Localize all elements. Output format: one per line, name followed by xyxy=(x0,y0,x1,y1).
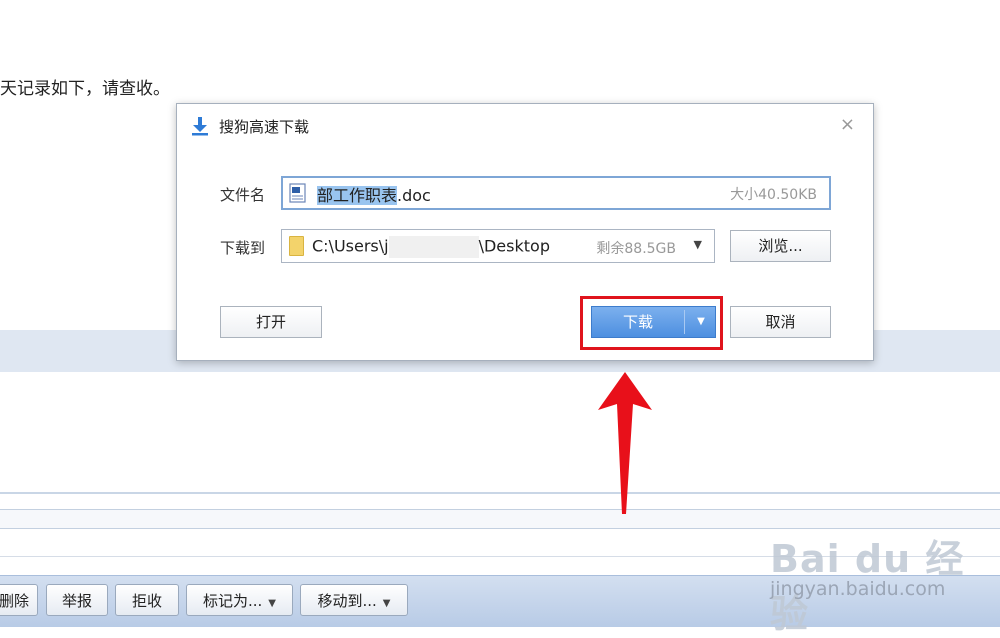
baidu-jingyan-watermark: Bai du 经验 jingyan.baidu.com xyxy=(770,520,995,636)
filename-value: 部工作职表.doc xyxy=(317,182,431,206)
delete-button[interactable]: 删除 xyxy=(0,584,38,616)
free-space: 剩余88.5GB xyxy=(596,241,676,257)
filename-field[interactable]: 部工作职表.doc 大小40.50KB xyxy=(281,176,831,210)
mark-as-dropdown[interactable]: 标记为... ▼ xyxy=(186,584,293,616)
download-button[interactable]: 下载 ▼ xyxy=(591,306,716,338)
filename-selected-text: 部工作职表 xyxy=(317,186,398,205)
save-path-value: C:\Users\j \Desktop xyxy=(312,236,550,258)
filename-extension: .doc xyxy=(397,186,431,205)
caret-down-icon: ▼ xyxy=(382,598,391,609)
document-icon xyxy=(289,183,306,203)
filename-label: 文件名 xyxy=(220,186,266,204)
download-button-label: 下载 xyxy=(622,313,653,331)
watermark-url: jingyan.baidu.com xyxy=(770,578,946,600)
caret-down-icon[interactable]: ▼ xyxy=(694,238,702,251)
download-options-caret-icon[interactable]: ▼ xyxy=(686,307,716,337)
report-button[interactable]: 举报 xyxy=(46,584,108,616)
folder-icon xyxy=(289,236,304,256)
move-to-dropdown[interactable]: 移动到... ▼ xyxy=(300,584,408,616)
path-suffix: \Desktop xyxy=(478,236,550,256)
download-dialog: 搜狗高速下载 × 文件名 部工作职表.doc 大小40.50KB 下载到 C:\… xyxy=(176,103,874,361)
redacted-username xyxy=(388,236,479,258)
close-icon[interactable]: × xyxy=(840,114,855,135)
background-divider xyxy=(0,492,1000,494)
file-size: 大小40.50KB xyxy=(730,187,817,203)
download-icon xyxy=(192,117,208,136)
red-pointer-arrow xyxy=(598,372,652,514)
save-path-dropdown[interactable]: C:\Users\j \Desktop 剩余88.5GB ▼ xyxy=(281,229,715,263)
reject-button[interactable]: 拒收 xyxy=(115,584,179,616)
cancel-button[interactable]: 取消 xyxy=(730,306,831,338)
save-to-label: 下载到 xyxy=(220,239,266,257)
browse-button[interactable]: 浏览... xyxy=(730,230,831,262)
button-divider xyxy=(684,310,685,334)
open-button[interactable]: 打开 xyxy=(220,306,322,338)
path-prefix: C:\Users\j xyxy=(312,236,389,256)
email-body-text: 天记录如下，请查收。 xyxy=(0,79,170,99)
caret-down-icon: ▼ xyxy=(268,598,276,609)
dialog-title: 搜狗高速下载 xyxy=(219,118,310,136)
